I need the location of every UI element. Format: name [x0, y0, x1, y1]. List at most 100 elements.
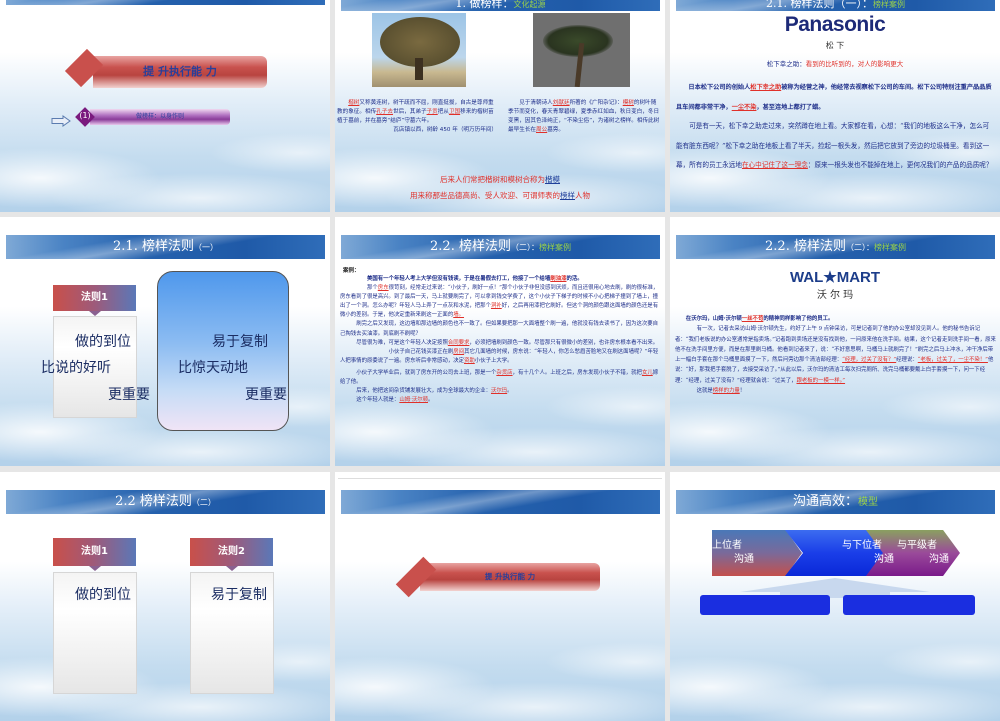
highlighted-text: 沃尔玛 — [490, 388, 508, 395]
highlighted-text: 榜样的力量 — [712, 388, 740, 395]
paragraph: 刷完之后又发现，这边墙和那边墙的颜色也不一致了。但如果要把那一大面墙整个刷一遍，… — [340, 320, 662, 338]
text-segment: 小伙子自己花钱买漆正在刷 — [388, 348, 454, 355]
rule-2-card — [157, 271, 289, 431]
highlighted-text: 女儿 — [641, 369, 653, 376]
slide-title-suffix: （二） — [191, 498, 216, 507]
rule-1-text: 做的到位 — [75, 587, 131, 603]
highlighted-text: 房间 — [453, 348, 465, 355]
text-segment: 那个 — [367, 285, 378, 292]
slide-thumbnail-1[interactable]: 提 升执行能 力 做榜样：以身作则 (1) — [0, 0, 330, 212]
slide-title-suffix: （二）： — [510, 243, 539, 252]
slide-title: 2.2 榜样法则 — [115, 494, 192, 509]
slide-thumbnail-2[interactable]: 1. 做榜样：文化起源 楷树又称黄连树，树干疏而不屈，刚直挺拔，自古是尊师重教的… — [335, 0, 665, 212]
paragraph: 小伙子大学毕业后，就到了房东开的公司去上班，那是一个杂货店，有十几个人。上班之后… — [340, 369, 662, 387]
highlighted-text: 模树 — [622, 100, 634, 106]
subsection-bar: 做榜样：以身作则 — [90, 109, 230, 125]
text-segment: 所著的《广阳杂记》： — [569, 100, 623, 106]
paragraph: 在沃尔玛，山姆·沃尔顿一丝不苟的精神同样影响了他的员工。 — [675, 314, 997, 324]
blue-box-left — [700, 595, 830, 615]
highlighted-text: 子贡 — [426, 109, 438, 115]
conclusion-line-2: 用来称那些品德高尚、受人欢迎、可谓师表的榜样人物 — [335, 190, 665, 201]
text-segment: 墓旁。 — [547, 127, 564, 133]
text-segment: 日本松下公司的创始人 — [688, 84, 751, 91]
walmart-story: 在沃尔玛，山姆·沃尔顿一丝不苟的精神同样影响了他的员工。 有一次，记者去采访山姆… — [675, 314, 997, 396]
case-story: 美国有一个年轻人考上大学但没有钱读，于是在暑假去打工，他接了一个给墙刷油漆的活。… — [340, 275, 662, 460]
slide-subtitle: 文化起源 — [513, 0, 546, 9]
highlighted-text: 一尘不染 — [731, 103, 757, 111]
slide-subtitle: 榜样案例 — [538, 243, 571, 252]
highlighted-text: 合同要求 — [447, 339, 470, 346]
slide-title: 2.1. 榜样法则（一）： — [766, 0, 873, 10]
text-segment: 经理说： — [896, 357, 918, 364]
rule-1-line-1: 做的到位 — [75, 334, 131, 350]
rule-1-line-3: 更重要 — [108, 387, 150, 403]
paragraph: 尽管很为难，可是这个年轻人决定按照合同要求，必须把墙刷到颜色一致。尽管那只有很微… — [340, 339, 662, 348]
highlighted-text: 周公 — [535, 127, 548, 133]
text-segment: 的活。 — [566, 276, 583, 282]
highlighted-text: 杂货店 — [496, 369, 513, 376]
paragraph: 这就是榜样的力量！ — [675, 386, 997, 396]
mo-tree-photo — [533, 13, 630, 87]
slide-banner — [6, 0, 325, 5]
text-segment: 小伙子上大学。 — [474, 357, 513, 364]
slide-subtitle: 榜样案例 — [873, 243, 906, 252]
slide-thumbnail-4[interactable]: 2.1. 榜样法则（一） 法则1 做的到位 比说的好听 更重要 易于复制 比惊天… — [0, 217, 330, 466]
kaimo-term: 楷模 — [545, 175, 560, 184]
conclusion-text: 后来人们常把楷树和模树合称为 — [440, 175, 545, 184]
text-segment: 小伙子大学毕业后，就到了房东开的公司去上班，那是一个 — [356, 369, 497, 376]
text-segment: 后来，他把这间杂货铺发展壮大，成为全球最大的企业： — [356, 388, 491, 395]
highlighted-text: 松下幸之助 — [750, 84, 782, 91]
text-segment: 世后，其弟子 — [392, 109, 427, 115]
slide-title: 1. 做榜样： — [455, 0, 514, 10]
kai-tree-caption: 瓦店镇以西，树龄 450 年（明万历年间） — [393, 127, 497, 133]
slide-title: 2.1. 榜样法则 — [113, 239, 194, 254]
slide-thumbnail-5[interactable]: 2.2. 榜样法则（二）：榜样案例 案例： 美国有一个年轻人考上大学但没有钱读，… — [335, 217, 665, 466]
section-title-bar: 提 升执行能 力 — [93, 56, 267, 88]
highlighted-text: 刘献廷 — [552, 100, 570, 106]
panasonic-cn-name: 松 下 — [825, 41, 845, 50]
text-segment: 刷完之后又发现，这边墙和那边墙的颜色也不一致了。但如果要把那一大面墙整个刷一遍，… — [340, 321, 659, 337]
text-segment: 见于清朝诗人 — [519, 100, 553, 106]
text-segment: ！ — [739, 388, 746, 395]
highlighted-text: 刷油漆 — [550, 276, 567, 282]
chevron-label-1: 上位者 沟通 — [712, 540, 754, 565]
text-segment: 这就是 — [696, 388, 713, 395]
slide-banner: 2.2 榜样法则（二） — [6, 490, 325, 514]
slide-banner — [341, 490, 660, 514]
blue-box-right — [843, 595, 975, 615]
slide-thumbnail-6[interactable]: 2.2. 榜样法则（二）：榜样案例 WAL★MART 沃 尔 玛 在沃尔玛，山姆… — [670, 217, 1000, 466]
paragraph: 这个年轻人就是：山姆·沃尔顿。 — [340, 396, 662, 405]
conclusion-text: 用来称那些品德高尚、受人欢迎、可谓师表的 — [410, 191, 560, 200]
slide-banner: 2.2. 榜样法则（二）：榜样案例 — [676, 235, 995, 259]
top-rule — [338, 478, 662, 479]
walmart-logo: WAL★MART — [789, 269, 881, 286]
paragraph: 后来，他把这间杂货铺发展壮大，成为全球最大的企业：沃尔玛。 — [340, 387, 662, 396]
highlighted-text: 孔子去 — [376, 109, 393, 115]
highlighted-text: 一丝不苟 — [741, 316, 764, 322]
rule-2-line-1: 易于复制 — [212, 334, 268, 350]
paragraph: 美国有一个年轻人考上大学但没有钱读，于是在暑假去打工，他接了一个给墙刷油漆的活。 — [340, 275, 662, 284]
slide-thumbnail-9[interactable]: 沟通高效：模型 上位者 沟通 与下位者 沟通 与平级者 沟通 — [670, 472, 1000, 721]
text-segment: 把从 — [437, 109, 449, 115]
highlighted-text: 山姆·沃尔顿 — [399, 397, 428, 404]
highlighted-text: “老板，过关了，一尘不染！” — [917, 357, 988, 364]
text-segment: ：原来一根头发也不能掉在地上，更何况我们的产品的品质呢？ — [807, 161, 993, 169]
slide-thumbnail-7[interactable]: 2.2 榜样法则（二） 法则1 法则2 做的到位 易于复制 — [0, 472, 330, 721]
slide-banner: 2.1. 榜样法则（一）：榜样案例 — [676, 0, 995, 11]
section-title-bar: 提 升执行能 力 — [420, 563, 600, 591]
rule-2-text: 易于复制 — [211, 587, 267, 603]
highlighted-text: 房东 — [377, 285, 389, 292]
text-segment: 美国有一个年轻人考上大学但没有钱读，于是在暑假去打工，他接了一个给墙 — [367, 276, 551, 282]
paragraph: 小伙子自己花钱买漆正在刷房间其它几面墙的时候，房东说：“年轻人，你怎么愁眉苦脸地… — [340, 348, 662, 366]
highlighted-text: 跟老板的一模一样。” — [796, 377, 846, 384]
bangyang-term: 榜样 — [560, 191, 575, 200]
slide-thumbnail-3[interactable]: 2.1. 榜样法则（一）：榜样案例 Panasonic 松 下 松下幸之助：看到… — [670, 0, 1000, 212]
text-segment: ，甚至连地上都打了蜡。 — [756, 103, 825, 111]
chevron-label-2: 与下位者 沟通 — [842, 540, 894, 565]
slide-thumbnail-8[interactable]: 提 升执行能 力 — [335, 472, 665, 721]
mo-tree-paragraph: 见于清朝诗人刘献廷所著的《广阳杂记》：模树的树叶随季节而变化，春天青翠碧绿，夏季… — [508, 99, 660, 135]
slide-banner: 2.2. 榜样法则（二）：榜样案例 — [341, 235, 660, 259]
conclusion-text: 人物 — [575, 191, 590, 200]
highlighted-text: 在心中记住了这一理念 — [741, 161, 808, 169]
paragraph: 有一次，记者去采访山姆·沃尔顿先生，约好了上午 9 点钟采访，可是记者到了他的办… — [675, 324, 997, 386]
